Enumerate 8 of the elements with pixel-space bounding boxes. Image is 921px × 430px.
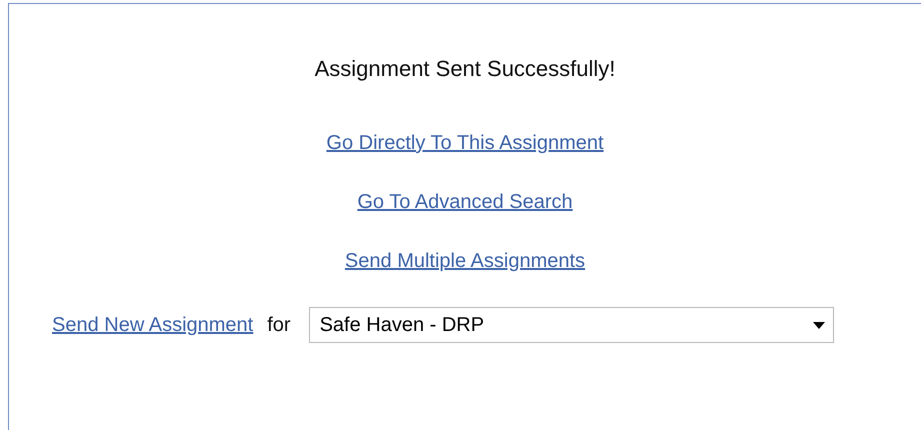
link[interactable]: Go Directly To This Assignment bbox=[326, 132, 604, 155]
heading: Assignment Sent Successfully! bbox=[314, 56, 616, 82]
link[interactable]: Send Multiple Assignments bbox=[344, 250, 586, 273]
caret-icon bbox=[812, 322, 825, 328]
link[interactable]: Go To Advanced Search bbox=[357, 191, 573, 214]
for-label: for bbox=[267, 314, 291, 336]
link[interactable]: Send New Assignment bbox=[52, 314, 254, 336]
dropdown[interactable]: Safe Haven - DRP bbox=[308, 307, 834, 343]
